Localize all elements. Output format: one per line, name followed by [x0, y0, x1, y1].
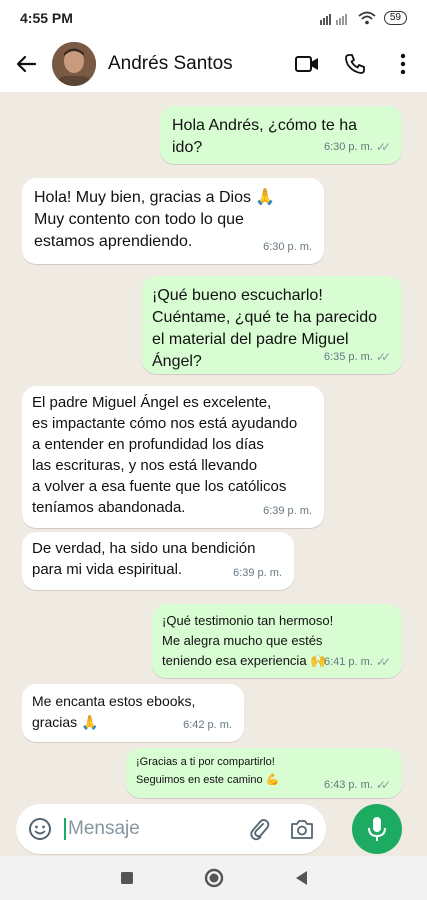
wifi-icon	[358, 11, 376, 25]
message-text: El padre Miguel Ángel es excelente, es i…	[32, 394, 298, 516]
double-check-icon: ✓✓	[375, 778, 391, 792]
message-outgoing[interactable]: ¡Gracias a ti por compartirlo! Seguimos …	[126, 748, 402, 798]
double-check-icon: ✓✓	[375, 655, 391, 669]
message-incoming[interactable]: El padre Miguel Ángel es excelente, es i…	[22, 386, 324, 528]
contact-name[interactable]: Andrés Santos	[108, 53, 271, 75]
double-check-icon: ✓✓	[375, 350, 391, 364]
recents-icon[interactable]	[120, 871, 134, 885]
message-incoming[interactable]: De verdad, ha sido una bendición para mi…	[22, 532, 294, 590]
more-options-button[interactable]	[391, 52, 415, 76]
status-time: 4:55 PM	[20, 10, 73, 26]
sticker-icon[interactable]	[28, 817, 52, 841]
message-meta: 6:43 p. m. ✓✓	[323, 776, 391, 794]
message-time: 6:39 p. m.	[263, 505, 312, 517]
message-meta: 6:35 p. m. ✓✓	[323, 346, 391, 368]
message-incoming[interactable]: Me encanta estos ebooks, gracias 🙏 6:42 …	[22, 684, 244, 742]
message-time: 6:30 p. m.	[263, 241, 312, 253]
message-outgoing[interactable]: Hola Andrés, ¿cómo te ha ido? 6:30 p. m.…	[160, 106, 402, 164]
arrow-left-icon	[16, 55, 37, 73]
message-meta: 6:39 p. m.	[263, 501, 312, 522]
message-meta: 6:30 p. m. ✓✓	[323, 136, 391, 158]
status-bar: 4:55 PM 59	[0, 0, 427, 36]
message-time: 6:42 p. m.	[183, 719, 232, 731]
message-outgoing[interactable]: ¡Qué bueno escucharlo! Cuéntame, ¿qué te…	[142, 276, 402, 374]
message-meta: 6:42 p. m.	[183, 715, 232, 736]
system-nav-bar	[0, 856, 427, 900]
avatar[interactable]	[52, 42, 96, 86]
message-time: 6:30 p. m.	[323, 141, 373, 153]
message-outgoing[interactable]: ¡Qué testimonio tan hermoso! Me alegra m…	[152, 604, 402, 678]
video-call-button[interactable]	[295, 52, 319, 76]
status-icons: 59	[319, 11, 407, 25]
message-time: 6:39 p. m.	[233, 567, 282, 579]
back-button[interactable]	[12, 50, 40, 78]
message-incoming[interactable]: Hola! Muy bien, gracias a Dios 🙏 Muy con…	[22, 178, 324, 264]
microphone-icon	[368, 817, 386, 841]
chat-area[interactable]: Hola Andrés, ¿cómo te ha ido? 6:30 p. m.…	[0, 92, 427, 856]
message-meta: 6:39 p. m.	[233, 563, 282, 584]
avatar-photo	[52, 42, 96, 86]
phone-icon	[345, 54, 365, 74]
double-check-icon: ✓✓	[375, 140, 391, 154]
voice-call-button[interactable]	[343, 52, 367, 76]
voice-message-button[interactable]	[352, 804, 402, 854]
chat-header: Andrés Santos	[0, 36, 427, 92]
video-camera-icon	[295, 56, 318, 72]
message-time: 6:41 p. m.	[323, 656, 373, 668]
message-time: 6:43 p. m.	[323, 779, 373, 791]
back-nav-icon[interactable]	[294, 870, 308, 886]
more-vertical-icon	[400, 53, 406, 75]
home-icon[interactable]	[204, 868, 224, 888]
message-meta: 6:30 p. m.	[263, 236, 312, 258]
attach-icon[interactable]	[248, 817, 270, 841]
message-time: 6:35 p. m.	[323, 351, 373, 363]
message-meta: 6:41 p. m. ✓✓	[323, 652, 391, 672]
camera-icon[interactable]	[290, 818, 314, 840]
battery-icon: 59	[383, 11, 407, 25]
signal-icon	[319, 14, 347, 25]
message-composer[interactable]: Mensaje	[16, 804, 326, 854]
message-input[interactable]: Mensaje	[64, 818, 248, 840]
